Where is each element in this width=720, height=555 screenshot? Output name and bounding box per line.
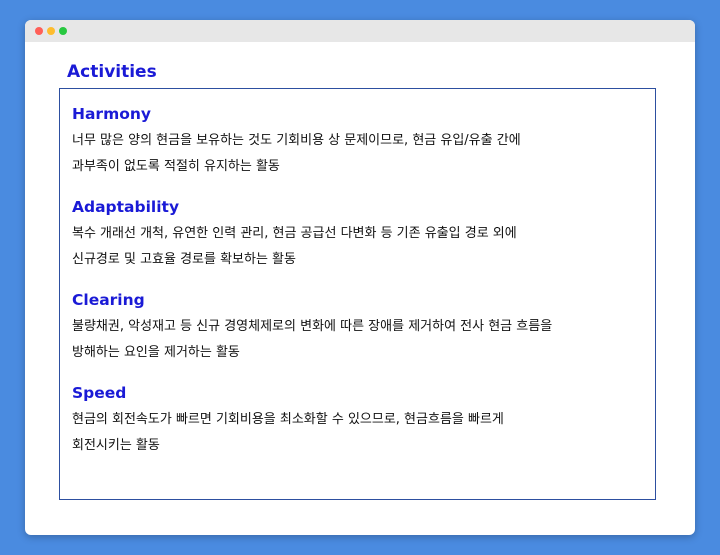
- maximize-window-icon[interactable]: [59, 27, 67, 35]
- section-description: 너무 많은 양의 현금을 보유하는 것도 기회비용 상 문제이므로, 현금 유입…: [72, 128, 637, 180]
- section-clearing: Clearing 불량채권, 악성재고 등 신규 경영체제로의 변화에 따른 장…: [72, 289, 643, 366]
- description-line: 현금의 회전속도가 빠르면 기회비용을 최소화할 수 있으므로, 현금흐름을 빠…: [72, 412, 504, 427]
- section-harmony: Harmony 너무 많은 양의 현금을 보유하는 것도 기회비용 상 문제이므…: [72, 103, 643, 180]
- activities-box: Harmony 너무 많은 양의 현금을 보유하는 것도 기회비용 상 문제이므…: [59, 88, 656, 500]
- close-window-icon[interactable]: [35, 27, 43, 35]
- section-title: Clearing: [72, 291, 145, 309]
- section-title: Harmony: [72, 105, 152, 123]
- browser-window: Activities Harmony 너무 많은 양의 현금을 보유하는 것도 …: [25, 20, 695, 535]
- page-title: Activities: [67, 62, 157, 82]
- section-adaptability: Adaptability 복수 개래선 개척, 유연한 인력 관리, 현금 공급…: [72, 196, 643, 273]
- minimize-window-icon[interactable]: [47, 27, 55, 35]
- description-line: 과부족이 없도록 적절히 유지하는 활동: [72, 159, 280, 174]
- section-description: 현금의 회전속도가 빠르면 기회비용을 최소화할 수 있으므로, 현금흐름을 빠…: [72, 407, 637, 459]
- description-line: 신규경로 및 고효율 경로를 확보하는 활동: [72, 252, 296, 267]
- section-description: 불량채권, 악성재고 등 신규 경영체제로의 변화에 따른 장애를 제거하여 전…: [72, 314, 637, 366]
- window-titlebar: [25, 20, 695, 42]
- section-speed: Speed 현금의 회전속도가 빠르면 기회비용을 최소화할 수 있으므로, 현…: [72, 382, 643, 459]
- description-line: 방해하는 요인을 제거하는 활동: [72, 345, 240, 360]
- description-line: 불량채권, 악성재고 등 신규 경영체제로의 변화에 따른 장애를 제거하여 전…: [72, 319, 553, 334]
- description-line: 복수 개래선 개척, 유연한 인력 관리, 현금 공급선 다변화 등 기존 유출…: [72, 226, 517, 241]
- section-title: Adaptability: [72, 198, 180, 216]
- description-line: 회전시키는 활동: [72, 438, 160, 453]
- section-title: Speed: [72, 384, 127, 402]
- section-description: 복수 개래선 개척, 유연한 인력 관리, 현금 공급선 다변화 등 기존 유출…: [72, 221, 637, 273]
- description-line: 너무 많은 양의 현금을 보유하는 것도 기회비용 상 문제이므로, 현금 유입…: [72, 133, 521, 148]
